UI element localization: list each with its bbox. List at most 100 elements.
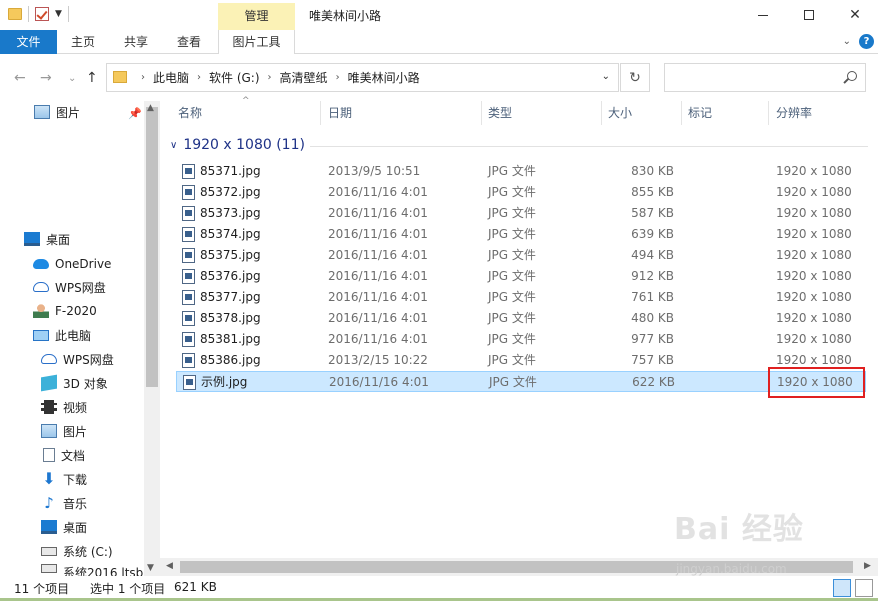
up-arrow-icon[interactable]: ↑ bbox=[86, 70, 98, 86]
forward-arrow-icon[interactable]: → bbox=[40, 70, 52, 86]
user-icon bbox=[33, 304, 49, 318]
table-row[interactable]: 85374.jpg 2016/11/16 4:01 JPG 文件 639 KB 1920… bbox=[176, 224, 866, 245]
refresh-icon: ↻ bbox=[629, 69, 641, 86]
nav-item-drive-ltsb[interactable]: 系统2016 ltsb bbox=[41, 564, 143, 576]
column-header-name[interactable]: 名称 bbox=[178, 101, 202, 125]
file-name[interactable]: 85371.jpg bbox=[200, 161, 261, 182]
table-row[interactable]: 85371.jpg 2013/9/5 10:51 JPG 文件 830 KB 1920 … bbox=[176, 161, 866, 182]
breadcrumb-chevron-icon[interactable]: › bbox=[268, 72, 272, 83]
column-divider[interactable] bbox=[481, 101, 482, 125]
column-header-type[interactable]: 类型 bbox=[488, 101, 512, 125]
recent-locations-dropdown-icon[interactable]: ⌄ bbox=[68, 73, 76, 84]
file-name[interactable]: 85373.jpg bbox=[200, 203, 261, 224]
file-name[interactable]: 85381.jpg bbox=[200, 329, 261, 350]
nav-item-user[interactable]: F-2020 bbox=[33, 300, 97, 322]
nav-item-3d-objects[interactable]: 3D 对象 bbox=[41, 372, 108, 394]
tab-file[interactable]: 文件 bbox=[0, 30, 57, 54]
nav-item-this-pc[interactable]: 此电脑 bbox=[33, 324, 91, 346]
file-name[interactable]: 85377.jpg bbox=[200, 287, 261, 308]
nav-item-pictures-quick[interactable]: 图片 bbox=[34, 101, 80, 123]
collapse-ribbon-icon[interactable]: ⌄ bbox=[843, 36, 851, 47]
file-size: 639 KB bbox=[631, 227, 674, 241]
breadcrumb-item[interactable]: 软件 (G:) bbox=[209, 69, 260, 86]
breadcrumb-item[interactable]: 此电脑 bbox=[153, 69, 189, 86]
table-row[interactable]: 85373.jpg 2016/11/16 4:01 JPG 文件 587 KB 1920… bbox=[176, 203, 866, 224]
scroll-left-arrow-icon[interactable]: ◀ bbox=[166, 561, 173, 571]
column-divider[interactable] bbox=[601, 101, 602, 125]
breadcrumb-item[interactable]: 高清壁纸 bbox=[280, 69, 328, 86]
breadcrumb-chevron-icon[interactable]: › bbox=[141, 72, 145, 83]
maximize-button[interactable] bbox=[786, 0, 832, 30]
tab-picture-tools[interactable]: 图片工具 bbox=[218, 30, 295, 54]
large-icons-view-button[interactable] bbox=[855, 579, 873, 597]
column-divider[interactable] bbox=[768, 101, 769, 125]
nav-item-onedrive[interactable]: OneDrive bbox=[33, 253, 111, 275]
nav-item-music[interactable]: ♪ 音乐 bbox=[41, 492, 87, 514]
table-row[interactable]: 85381.jpg 2016/11/16 4:01 JPG 文件 977 KB 1920… bbox=[176, 329, 866, 350]
file-date: 2016/11/16 4:01 bbox=[328, 206, 428, 220]
nav-item-pictures[interactable]: 图片 bbox=[41, 420, 87, 442]
nav-item-desktop[interactable]: 桌面 bbox=[24, 228, 70, 250]
file-name[interactable]: 85378.jpg bbox=[200, 308, 261, 329]
table-row[interactable]: 85372.jpg 2016/11/16 4:01 JPG 文件 855 KB 1920… bbox=[176, 182, 866, 203]
search-input[interactable] bbox=[664, 63, 866, 92]
pin-icon[interactable]: 📌 bbox=[128, 107, 142, 120]
scroll-down-arrow-icon[interactable]: ▼ bbox=[147, 563, 154, 573]
minimize-button[interactable] bbox=[740, 0, 786, 30]
drive-icon bbox=[41, 546, 57, 556]
column-header-resolution[interactable]: 分辨率 bbox=[776, 101, 812, 125]
file-name[interactable]: 85386.jpg bbox=[200, 350, 261, 371]
column-divider[interactable] bbox=[320, 101, 321, 125]
group-header[interactable]: ∨ 1920 x 1080 (11) bbox=[170, 137, 305, 153]
table-row[interactable]: 85375.jpg 2016/11/16 4:01 JPG 文件 494 KB 1920… bbox=[176, 245, 866, 266]
column-header-tags[interactable]: 标记 bbox=[688, 101, 712, 125]
scroll-right-arrow-icon[interactable]: ▶ bbox=[864, 561, 871, 571]
file-name[interactable]: 85374.jpg bbox=[200, 224, 261, 245]
nav-item-label: OneDrive bbox=[55, 257, 112, 271]
properties-icon[interactable] bbox=[35, 7, 49, 21]
file-size: 757 KB bbox=[631, 353, 674, 367]
column-header-date[interactable]: 日期 bbox=[328, 101, 352, 125]
group-collapse-chevron-icon[interactable]: ∨ bbox=[170, 140, 177, 151]
nav-item-downloads[interactable]: ⬇ 下载 bbox=[41, 468, 87, 490]
annotation-highlight-box bbox=[768, 367, 865, 398]
nav-pane-scrollbar-thumb[interactable] bbox=[146, 107, 158, 387]
nav-item-videos[interactable]: 视频 bbox=[41, 396, 87, 418]
nav-item-wps-cloud[interactable]: WPS网盘 bbox=[33, 276, 106, 298]
file-name[interactable]: 85375.jpg bbox=[200, 245, 261, 266]
column-header-size[interactable]: 大小 bbox=[608, 101, 632, 125]
tab-home[interactable]: 主页 bbox=[57, 30, 109, 54]
watermark-logo: Bai 经验 bbox=[674, 512, 804, 547]
close-button[interactable]: ✕ bbox=[832, 0, 878, 30]
file-name[interactable]: 示例.jpg bbox=[201, 372, 247, 393]
table-row[interactable]: 85377.jpg 2016/11/16 4:01 JPG 文件 761 KB 1920… bbox=[176, 287, 866, 308]
file-name[interactable]: 85376.jpg bbox=[200, 266, 261, 287]
breadcrumb-item[interactable]: 唯美林间小路 bbox=[348, 69, 420, 86]
details-view-button[interactable] bbox=[833, 579, 851, 597]
table-row[interactable]: 85376.jpg 2016/11/16 4:01 JPG 文件 912 KB 1920… bbox=[176, 266, 866, 287]
nav-item-drive-c[interactable]: 系统 (C:) bbox=[41, 540, 113, 562]
nav-item-wps-cloud-pc[interactable]: WPS网盘 bbox=[41, 348, 114, 370]
help-icon[interactable]: ? bbox=[859, 34, 874, 49]
nav-item-label: 此电脑 bbox=[55, 328, 92, 343]
refresh-button[interactable]: ↻ bbox=[620, 63, 650, 92]
file-size: 494 KB bbox=[631, 248, 674, 262]
column-divider[interactable] bbox=[681, 101, 682, 125]
address-bar[interactable]: › 此电脑 › 软件 (G:) › 高清壁纸 › 唯美林间小路 ⌄ bbox=[106, 63, 619, 92]
tab-view[interactable]: 查看 bbox=[163, 30, 215, 54]
file-resolution: 1920 x 1080 bbox=[776, 164, 852, 178]
file-name[interactable]: 85372.jpg bbox=[200, 182, 261, 203]
tab-share[interactable]: 共享 bbox=[109, 30, 163, 54]
nav-item-label: WPS网盘 bbox=[55, 280, 106, 295]
customize-toolbar-dropdown-icon[interactable]: ▼ bbox=[55, 9, 62, 19]
nav-item-desktop-pc[interactable]: 桌面 bbox=[41, 516, 87, 538]
table-row[interactable]: 85386.jpg 2013/2/15 10:22 JPG 文件 757 KB 1920… bbox=[176, 350, 866, 371]
breadcrumb-chevron-icon[interactable]: › bbox=[197, 72, 201, 83]
table-row[interactable]: 85378.jpg 2016/11/16 4:01 JPG 文件 480 KB 1920… bbox=[176, 308, 866, 329]
table-row[interactable]: 示例.jpg 2016/11/16 4:01 JPG 文件 622 KB 1920 x … bbox=[176, 371, 866, 392]
back-arrow-icon[interactable]: ← bbox=[14, 70, 26, 86]
breadcrumb-chevron-icon[interactable]: › bbox=[336, 72, 340, 83]
scroll-up-arrow-icon[interactable]: ▲ bbox=[147, 103, 154, 113]
address-history-dropdown-icon[interactable]: ⌄ bbox=[602, 71, 610, 82]
nav-item-documents[interactable]: 文档 bbox=[43, 444, 85, 466]
